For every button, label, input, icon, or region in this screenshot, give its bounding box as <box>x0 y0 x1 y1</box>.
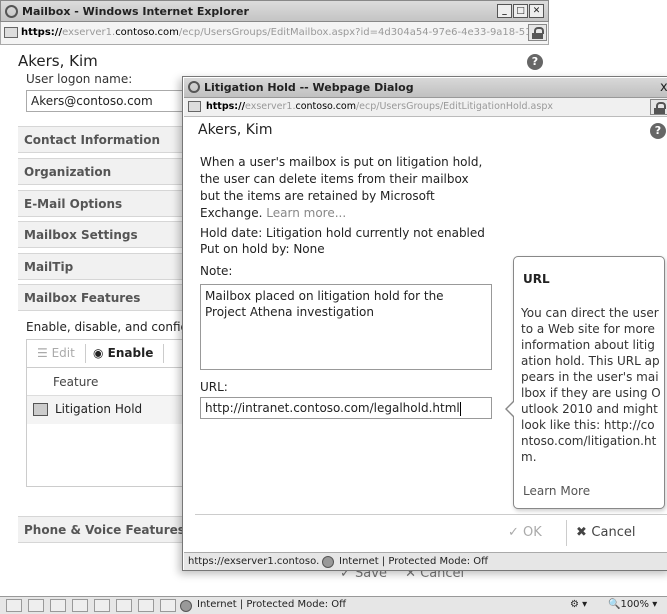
dialog-status-zone: Internet | Protected Mode: Off <box>339 556 489 567</box>
section-contact-information[interactable]: Contact Information <box>18 126 190 153</box>
logon-input[interactable]: Akers@contoso.com <box>26 90 191 112</box>
globe-icon <box>180 600 192 612</box>
outer-url[interactable]: https://exserver1.contoso.com/ecp/UsersG… <box>21 27 538 38</box>
logon-label: User logon name: <box>26 72 133 86</box>
ok-button[interactable]: ✓ OK <box>508 525 542 540</box>
litigation-hold-icon <box>33 403 48 416</box>
globe-icon <box>322 556 334 568</box>
feature-column-header: Feature <box>53 375 99 389</box>
features-toolbar: ☰ Edit ◉ Enable <box>26 339 190 367</box>
tooltip-body: You can direct the user to a Web site fo… <box>521 306 661 464</box>
section-phone-voice-features[interactable]: Phone & Voice Features <box>18 516 190 543</box>
feature-name: Litigation Hold <box>55 402 143 416</box>
dialog-status-bar: https://exserver1.contoso. Internet | Pr… <box>184 552 667 570</box>
outer-address-bar[interactable]: https://exserver1.contoso.com/ecp/UsersG… <box>0 22 549 45</box>
url-input[interactable]: http://intranet.contoso.com/legalhold.ht… <box>200 397 492 419</box>
page-icon <box>188 101 201 112</box>
maximize-button[interactable]: □ <box>513 4 528 18</box>
help-icon[interactable]: ? <box>527 54 543 70</box>
enable-description: Enable, disable, and configure <box>26 320 190 334</box>
dialog-description: When a user's mailbox is put on litigati… <box>200 155 483 220</box>
ie-icon <box>188 81 200 93</box>
learn-more-link[interactable]: Learn more... <box>266 206 346 220</box>
zoom-level[interactable]: 🔍100% ▾ <box>608 599 657 610</box>
dialog-title: Litigation Hold -- Webpage Dialog <box>204 81 414 94</box>
put-on-hold-by: Put on hold by: None <box>200 242 325 256</box>
close-button[interactable]: ✕ <box>529 4 544 18</box>
edit-icon: ☰ <box>37 346 52 360</box>
section-mailtip[interactable]: MailTip <box>18 253 190 280</box>
dialog-help-icon[interactable]: ? <box>650 123 666 139</box>
outer-status-bar: Internet | Protected Mode: Off ⚙ ▾ 🔍100%… <box>0 596 667 614</box>
url-label: URL: <box>200 380 228 394</box>
ie-icon <box>5 5 18 18</box>
note-textarea[interactable]: Mailbox placed on litigation hold for th… <box>200 284 492 370</box>
note-label: Note: <box>200 264 233 278</box>
dialog-address-bar: https://exserver1.contoso.com/ecp/UsersG… <box>184 98 667 117</box>
window-controls: _ □ ✕ <box>497 4 544 18</box>
table-row[interactable]: Litigation Hold <box>27 396 189 424</box>
page-icon <box>4 27 18 38</box>
dialog-close-button[interactable]: x <box>660 80 667 95</box>
features-grid: Feature Litigation Hold <box>26 367 190 487</box>
outer-status-zone: Internet | Protected Mode: Off <box>197 599 347 610</box>
page-title: Akers, Kim <box>18 52 98 70</box>
enable-icon: ◉ <box>93 346 108 360</box>
section-organization[interactable]: Organization <box>18 158 190 185</box>
lock-icon[interactable] <box>650 99 667 115</box>
protected-mode-icon[interactable]: ⚙ ▾ <box>570 599 587 610</box>
lock-icon[interactable] <box>528 24 547 41</box>
cancel-button[interactable]: ✖ Cancel <box>576 525 635 540</box>
section-mailbox-features[interactable]: Mailbox Features <box>18 284 190 311</box>
tooltip-learn-more-link[interactable]: Learn More <box>523 484 590 498</box>
minimize-button[interactable]: _ <box>497 4 512 18</box>
section-email-options[interactable]: E-Mail Options <box>18 190 190 217</box>
dialog-url: https://exserver1.contoso.com/ecp/UsersG… <box>206 101 553 112</box>
tooltip-title: URL <box>523 272 550 286</box>
section-mailbox-settings[interactable]: Mailbox Settings <box>18 221 190 248</box>
button-separator <box>566 520 567 546</box>
dialog-status-url: https://exserver1.contoso. <box>188 556 320 567</box>
edit-button[interactable]: ☰ Edit <box>37 346 75 360</box>
text-caret <box>459 401 461 416</box>
dialog-heading: Akers, Kim <box>198 122 273 138</box>
outer-window-title: Mailbox - Windows Internet Explorer <box>22 5 249 18</box>
cancel-icon: ✖ <box>576 525 592 540</box>
dialog-divider <box>195 514 667 515</box>
enable-button[interactable]: ◉ Enable <box>93 346 153 360</box>
check-icon: ✓ <box>508 525 524 540</box>
dialog-titlebar[interactable]: Litigation Hold -- Webpage Dialog x <box>184 78 667 98</box>
grid-header: Feature <box>27 368 189 396</box>
outer-window-titlebar[interactable]: Mailbox - Windows Internet Explorer _ □ … <box>0 0 549 22</box>
hold-date: Hold date: Litigation hold currently not… <box>200 226 485 240</box>
